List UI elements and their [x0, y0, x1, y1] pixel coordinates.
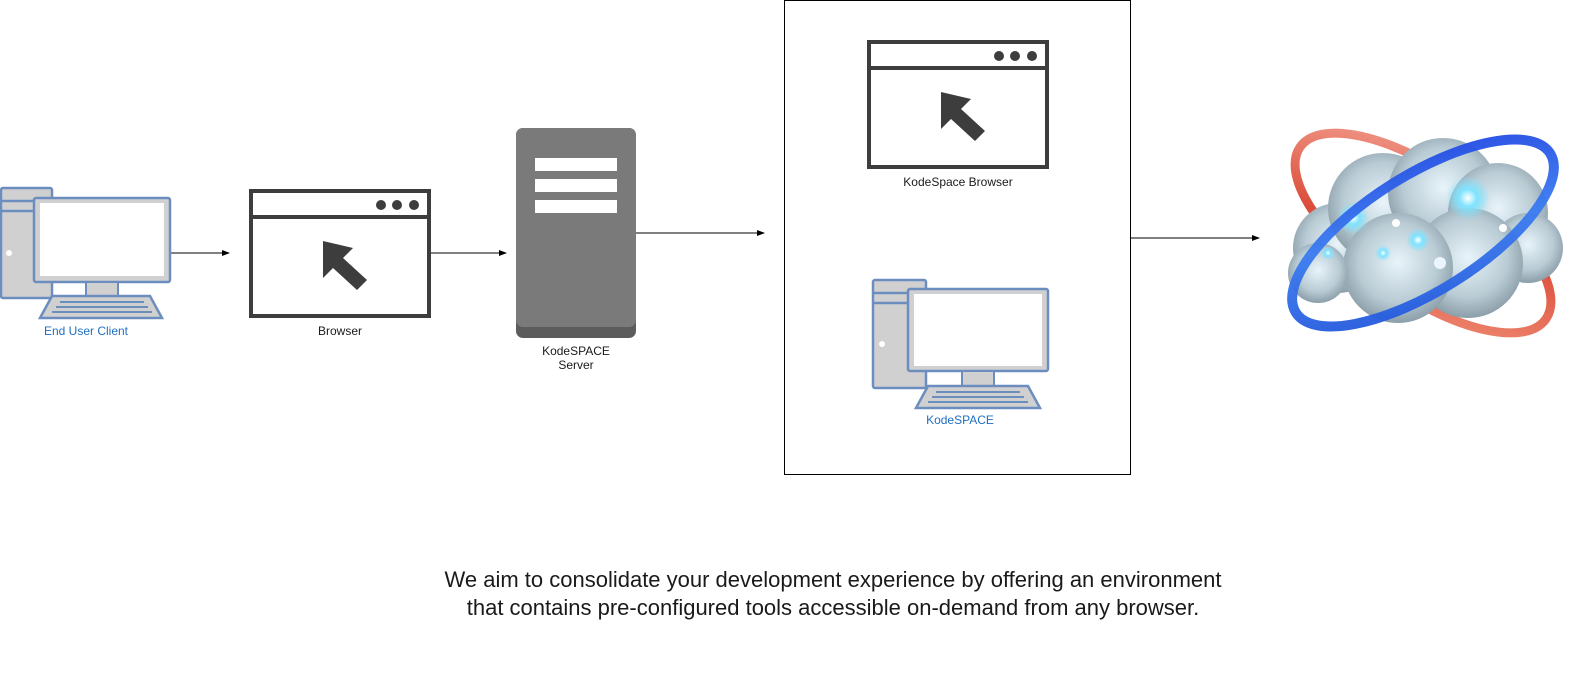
- tagline: We aim to consolidate your development e…: [444, 567, 1222, 620]
- end-user-client-label: End User Client: [43, 324, 129, 338]
- server-label: KodeSPACE Server: [542, 344, 610, 372]
- browser-window-icon: [867, 40, 1049, 169]
- cloud-orbit-icon: [1287, 128, 1563, 338]
- desktop-computer-icon: [0, 186, 172, 320]
- server-icon: [516, 128, 636, 338]
- desktop-computer-icon: [871, 278, 1050, 410]
- browser-window-icon: [249, 189, 431, 318]
- kodespace-label: KodeSPACE: [926, 413, 994, 427]
- kodespace-browser-label: KodeSpace Browser: [903, 175, 1013, 189]
- browser-label: Browser: [317, 324, 362, 338]
